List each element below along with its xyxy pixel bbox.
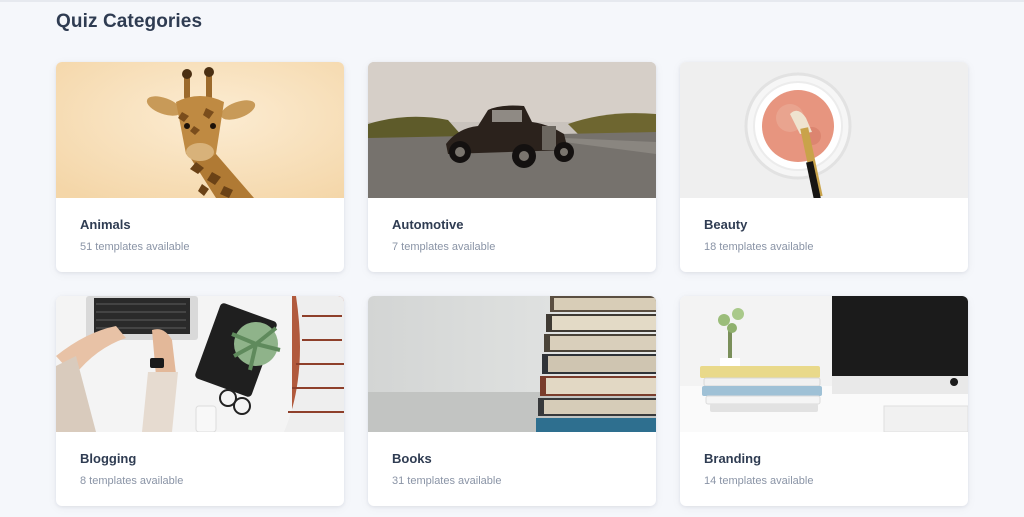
category-card-blogging[interactable]: Blogging 8 templates available bbox=[56, 296, 344, 506]
category-image-animals bbox=[56, 62, 344, 198]
category-template-count: 8 templates available bbox=[80, 475, 184, 487]
category-image-books bbox=[368, 296, 656, 432]
category-image-beauty bbox=[680, 62, 968, 198]
category-name: Blogging bbox=[80, 451, 137, 466]
category-card-branding[interactable]: Branding 14 templates available bbox=[680, 296, 968, 506]
category-name: Beauty bbox=[704, 217, 748, 232]
category-name: Branding bbox=[704, 451, 762, 466]
category-template-count: 51 templates available bbox=[80, 241, 190, 253]
category-card-beauty[interactable]: Beauty 18 templates available bbox=[680, 62, 968, 272]
category-image-automotive bbox=[368, 62, 656, 198]
category-template-count: 31 templates available bbox=[392, 475, 502, 487]
category-card-animals[interactable]: Animals 51 templates available bbox=[56, 62, 344, 272]
quiz-categories-page: Quiz Categories Animals 51 templates ava… bbox=[0, 0, 1024, 517]
page-title: Quiz Categories bbox=[56, 11, 203, 32]
category-image-branding bbox=[680, 296, 968, 432]
category-card-automotive[interactable]: Automotive 7 templates available bbox=[368, 62, 656, 272]
top-divider bbox=[0, 0, 1024, 2]
category-image-blogging bbox=[56, 296, 344, 432]
category-name: Automotive bbox=[392, 217, 464, 232]
category-template-count: 7 templates available bbox=[392, 241, 496, 253]
category-name: Animals bbox=[80, 217, 131, 232]
category-name: Books bbox=[392, 451, 432, 466]
category-template-count: 18 templates available bbox=[704, 241, 814, 253]
category-template-count: 14 templates available bbox=[704, 475, 814, 487]
category-card-books[interactable]: Books 31 templates available bbox=[368, 296, 656, 506]
